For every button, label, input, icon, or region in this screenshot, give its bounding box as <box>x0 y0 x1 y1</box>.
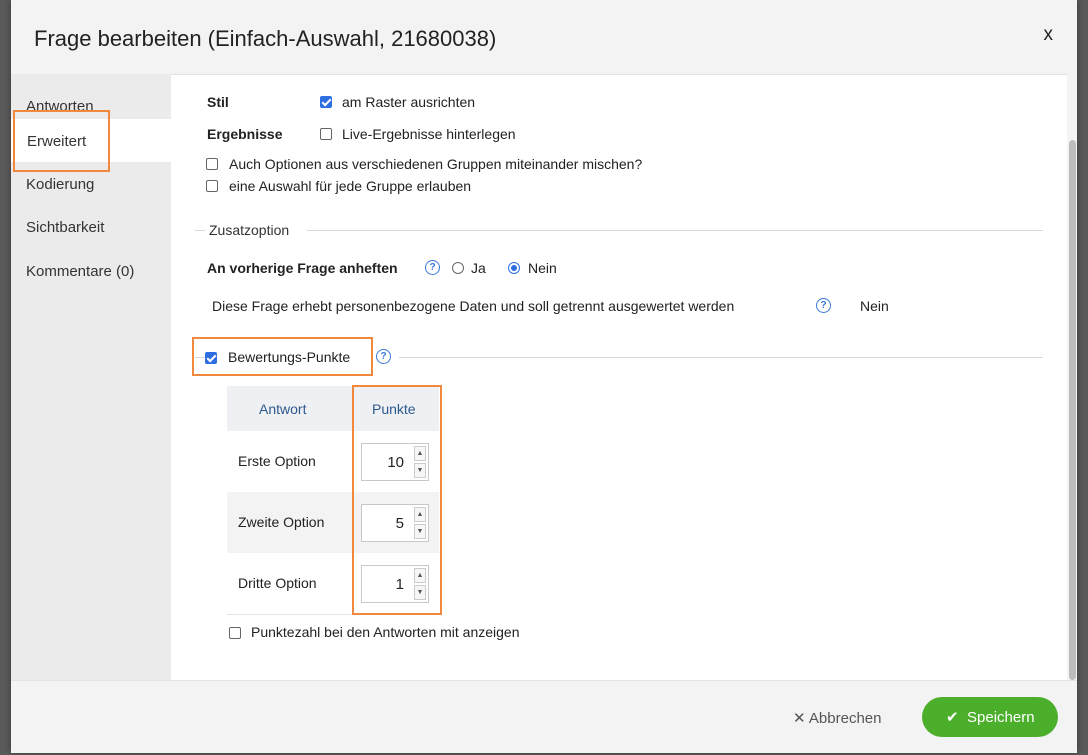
answer-label: Dritte Option <box>238 575 317 591</box>
edit-question-dialog: Frage bearbeiten (Einfach-Auswahl, 21680… <box>11 0 1077 753</box>
fieldset-line <box>307 230 1043 231</box>
dialog-title: Frage bearbeiten (Einfach-Auswahl, 21680… <box>34 26 497 51</box>
save-button[interactable]: ✔ Speichern <box>922 697 1058 737</box>
personal-data-label: Diese Frage erhebt personenbezogene Date… <box>212 298 735 314</box>
answer-label: Erste Option <box>238 453 316 469</box>
settings-panel: Stil am Raster ausrichten Ergebnisse Liv… <box>171 74 1067 680</box>
fieldset-line <box>399 357 1043 358</box>
personal-data-value: Nein <box>860 298 889 314</box>
save-label: Speichern <box>967 709 1035 726</box>
column-header-antwort: Antwort <box>259 401 307 417</box>
mix-groups-label: Auch Optionen aus verschiedenen Gruppen … <box>229 156 643 172</box>
highlight-box-scoring <box>192 337 373 376</box>
attach-option-ja: Ja <box>471 260 486 276</box>
attach-label: An vorherige Frage anheften <box>207 260 398 276</box>
cancel-button[interactable]: ✕ Abbrechen <box>793 709 881 727</box>
ergebnisse-checkbox-label: Live-Ergebnisse hinterlegen <box>342 126 516 142</box>
stil-label: Stil <box>207 94 229 110</box>
help-icon[interactable]: ? <box>376 349 391 364</box>
attach-radio-nein[interactable] <box>508 262 520 274</box>
one-per-group-checkbox[interactable] <box>206 180 218 192</box>
help-icon[interactable]: ? <box>425 260 440 275</box>
dialog-header: Frage bearbeiten (Einfach-Auswahl, 21680… <box>11 0 1077 75</box>
attach-option-nein: Nein <box>528 260 557 276</box>
stil-checkbox[interactable] <box>320 96 332 108</box>
help-icon[interactable]: ? <box>816 298 831 313</box>
zusatzoption-legend: Zusatzoption <box>209 222 290 238</box>
mix-groups-checkbox[interactable] <box>206 158 218 170</box>
sidebar-item-label: Sichtbarkeit <box>26 219 105 236</box>
sidebar-item-label: Kommentare (0) <box>26 263 135 280</box>
x-icon: ✕ <box>793 710 806 727</box>
attach-radio-ja[interactable] <box>452 262 464 274</box>
answer-label: Zweite Option <box>238 514 325 530</box>
one-per-group-label: eine Auswahl für jede Gruppe erlauben <box>229 178 472 194</box>
cancel-label: Abbrechen <box>808 710 882 727</box>
highlight-box-punkte <box>352 385 442 615</box>
close-icon[interactable]: x <box>1044 24 1054 46</box>
ergebnisse-checkbox[interactable] <box>320 128 332 140</box>
highlight-box-erweitert <box>13 110 110 172</box>
dialog-footer: ✕ Abbrechen ✔ Speichern <box>11 680 1077 753</box>
ergebnisse-label: Ergebnisse <box>207 126 283 142</box>
stil-checkbox-label: am Raster ausrichten <box>342 94 476 110</box>
check-icon: ✔ <box>946 709 959 726</box>
fieldset-line <box>195 230 205 231</box>
sidebar-item-sichtbarkeit[interactable]: Sichtbarkeit <box>11 205 171 248</box>
sidebar-item-kommentare[interactable]: Kommentare (0) <box>11 249 171 292</box>
show-points-checkbox[interactable] <box>229 627 241 639</box>
sidebar-item-label: Kodierung <box>26 176 95 193</box>
show-points-label: Punktezahl bei den Antworten mit anzeige… <box>251 624 520 640</box>
scrollbar-thumb[interactable] <box>1069 140 1076 680</box>
